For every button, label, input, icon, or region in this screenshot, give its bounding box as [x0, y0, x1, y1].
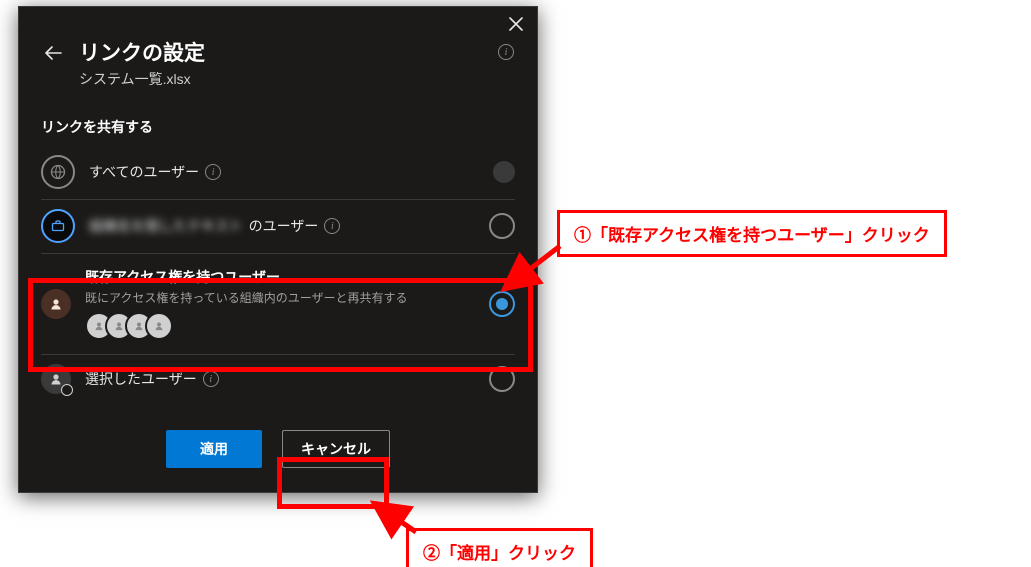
option-organization-label-suffix: のユーザー: [249, 216, 319, 236]
cancel-button[interactable]: キャンセル: [282, 430, 390, 468]
option-specific-radio[interactable]: [489, 366, 515, 392]
info-icon[interactable]: i: [324, 218, 340, 234]
close-icon[interactable]: [505, 13, 527, 35]
globe-icon: [41, 155, 75, 189]
link-settings-dialog: リンクの設定 システム一覧.xlsx i リンクを共有する すべてのユーザー i: [18, 6, 538, 493]
annotation-callout-1: ①「既存アクセス権を持つユーザー」クリック: [557, 210, 947, 257]
back-icon[interactable]: [41, 41, 65, 65]
existing-access-avatars: [85, 312, 475, 340]
person-icon: [41, 289, 71, 319]
dialog-subtitle: システム一覧.xlsx: [79, 69, 205, 89]
info-icon[interactable]: i: [497, 43, 515, 61]
info-icon[interactable]: i: [203, 371, 219, 387]
apply-button[interactable]: 適用: [166, 430, 262, 468]
option-anyone-label: すべてのユーザー: [89, 162, 199, 182]
option-specific-label: 選択したユーザー: [85, 369, 197, 389]
section-label: リンクを共有する: [19, 99, 537, 145]
option-existing-access[interactable]: 既存アクセス権を持つユーザー 既にアクセス権を持っている組織内のユーザーと再共有…: [29, 253, 527, 354]
info-icon[interactable]: i: [205, 164, 221, 180]
option-existing-radio[interactable]: [489, 291, 515, 317]
option-existing-label: 既存アクセス権を持つユーザー: [85, 267, 280, 287]
option-organization-hidden-name: 組織名を隠したテキスト: [89, 216, 243, 236]
dialog-title: リンクの設定: [79, 37, 205, 67]
briefcase-icon: [41, 209, 75, 243]
option-specific-people[interactable]: 選択したユーザー i: [29, 354, 527, 404]
avatar: [145, 312, 173, 340]
option-organization[interactable]: 組織名を隠したテキスト のユーザー i: [29, 199, 527, 253]
annotation-callout-2: ②「適用」クリック: [406, 528, 593, 567]
option-existing-description: 既にアクセス権を持っている組織内のユーザーと再共有する: [85, 289, 475, 306]
option-anyone-radio: [493, 161, 515, 183]
option-organization-radio[interactable]: [489, 213, 515, 239]
option-anyone[interactable]: すべてのユーザー i: [29, 145, 527, 199]
share-scope-options: すべてのユーザー i 組織名を隠したテキスト のユーザー i: [19, 145, 537, 408]
person-plus-icon: [41, 364, 71, 394]
